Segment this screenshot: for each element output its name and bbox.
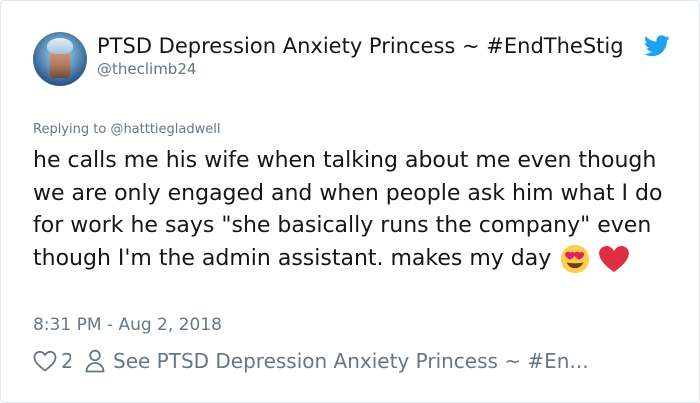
person-outline-icon <box>85 349 105 373</box>
display-name[interactable]: PTSD Depression Anxiety Princess ~ #EndT… <box>97 33 645 59</box>
twitter-bird-icon[interactable] <box>644 35 670 57</box>
heart-eyes-emoji <box>561 244 590 273</box>
like-count: 2! <box>61 349 71 373</box>
avatar-hair <box>47 38 73 54</box>
tweet-card[interactable]: PTSD Depression Anxiety Princess ~ #EndT… <box>0 0 700 403</box>
red-heart-emoji <box>599 245 630 272</box>
tweet-actions: 2! See PTSD Depression Anxiety Princess … <box>33 346 673 376</box>
reply-mention-link[interactable]: @hatttiegladwell <box>110 122 220 137</box>
heart-outline-icon <box>33 350 57 372</box>
user-handle[interactable]: @theclimb24 <box>97 59 196 79</box>
avatar[interactable] <box>33 32 87 86</box>
see-profile-label: See PTSD Depression Anxiety Princess ~ #… <box>113 349 589 373</box>
see-profile-link[interactable]: See PTSD Depression Anxiety Princess ~ #… <box>85 349 589 373</box>
reply-prefix: Replying to <box>33 122 111 137</box>
reply-context: Replying to @hatttiegladwell <box>33 121 220 139</box>
like-button[interactable]: 2! <box>33 349 71 373</box>
tweet-timestamp[interactable]: 8:31 PM - Aug 2, 2018 <box>33 314 222 336</box>
tweet-body: he calls me his wife when talking about … <box>33 145 683 275</box>
